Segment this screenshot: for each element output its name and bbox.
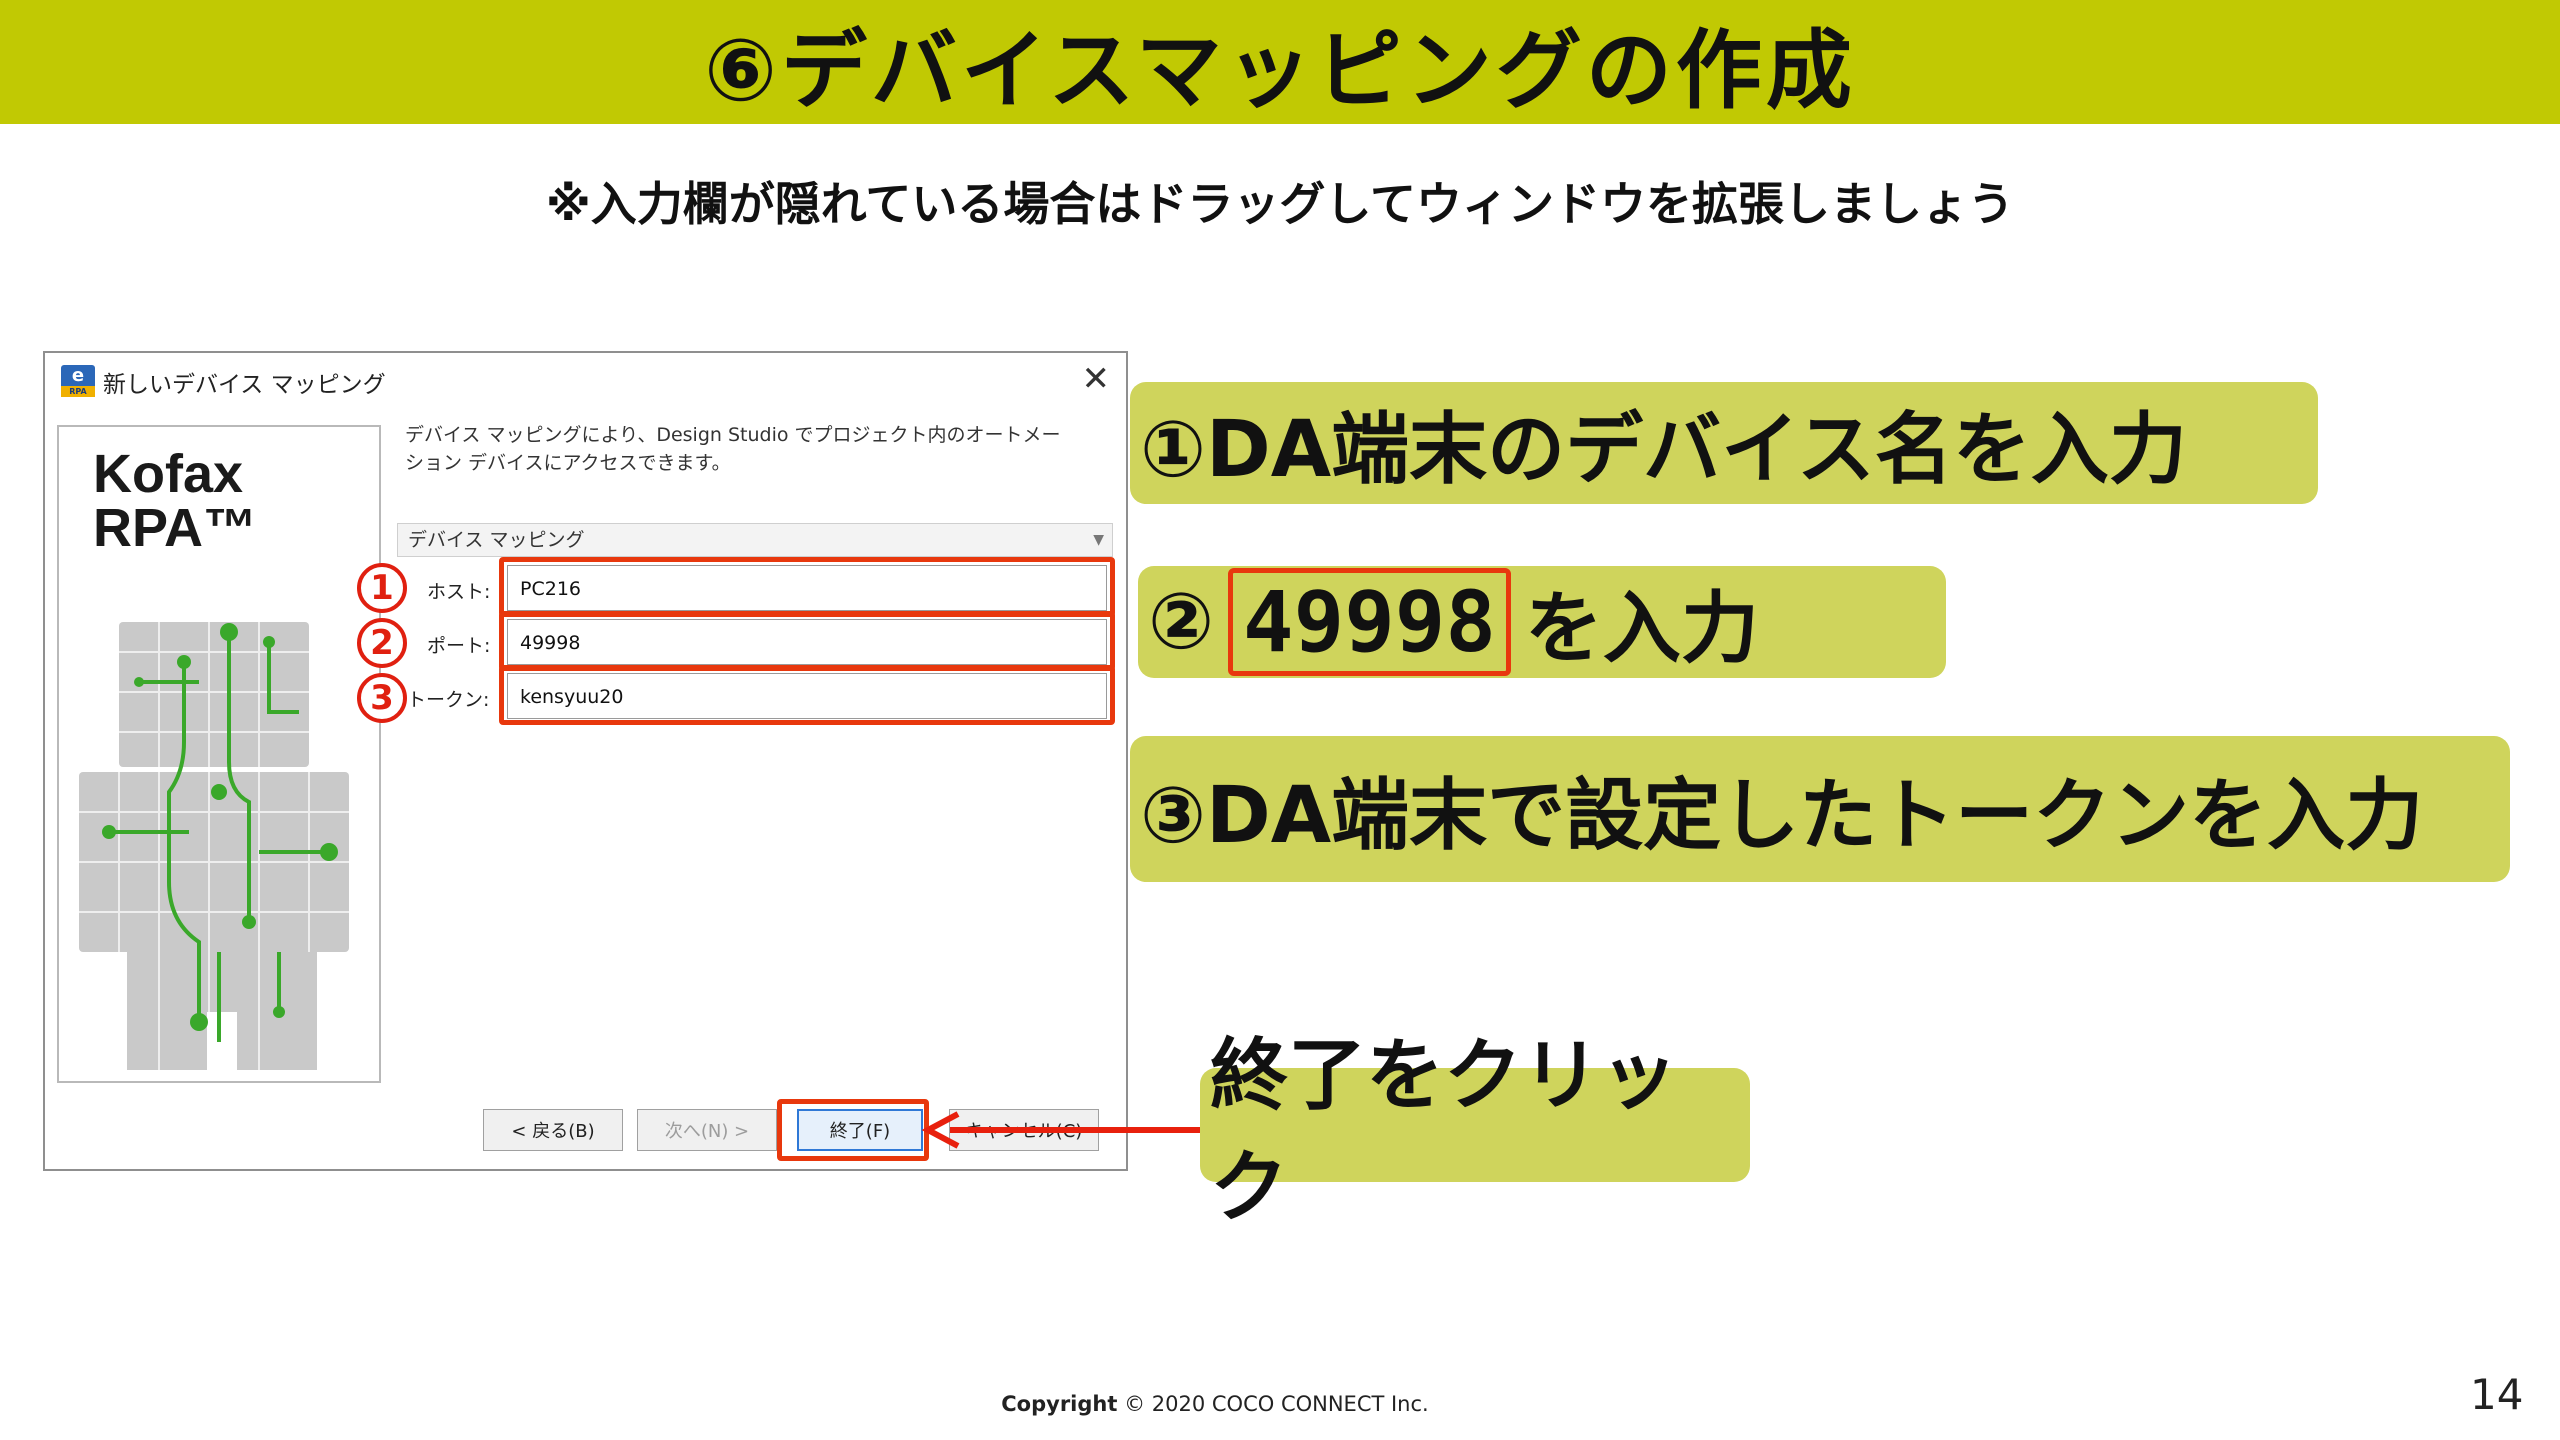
dialog-intro-text: デバイス マッピングにより、Design Studio でプロジェクト内のオート… bbox=[405, 421, 1105, 477]
marker-2: 2 bbox=[357, 618, 407, 668]
intro-line1: デバイス マッピングにより、Design Studio でプロジェクト内のオート… bbox=[405, 424, 1061, 446]
marker-3: 3 bbox=[357, 673, 407, 723]
intro-line2: ション デバイスにアクセスできます。 bbox=[405, 452, 731, 474]
token-label: トークン: bbox=[407, 689, 490, 711]
slide-subtitle: ※入力欄が隠れている場合はドラッグしてウィンドウを拡張しましょう bbox=[546, 177, 2014, 231]
slide-title: ⑥デバイスマッピングの作成 bbox=[704, 20, 1856, 121]
callout-port: ② 49998 を入力 bbox=[1138, 566, 1946, 678]
callout-port-prefix: ② bbox=[1148, 577, 1215, 667]
dialog-titlebar: e RPA 新しいデバイス マッピング ✕ bbox=[45, 353, 1126, 409]
page-number: 14 bbox=[2470, 1370, 2524, 1419]
brand-logo: Kofax RPA™ bbox=[93, 447, 257, 555]
brand-line1: Kofax bbox=[93, 444, 244, 504]
chevron-down-icon: ▼ bbox=[1093, 532, 1104, 548]
brand-line2: RPA™ bbox=[93, 498, 258, 558]
copyright-footer: Copyright © 2020 COCO CONNECT Inc. bbox=[0, 1392, 2430, 1416]
next-button[interactable]: 次へ(N) > bbox=[637, 1109, 777, 1151]
host-highlight bbox=[499, 557, 1115, 617]
brand-panel: Kofax RPA™ bbox=[57, 425, 381, 1083]
slide-title-bar: ⑥デバイスマッピングの作成 bbox=[0, 0, 2560, 124]
callout-port-suffix: を入力 bbox=[1524, 584, 1759, 674]
arrow-icon bbox=[921, 1111, 1202, 1149]
device-mapping-section-header[interactable]: デバイス マッピング ▼ bbox=[397, 523, 1113, 557]
close-icon[interactable]: ✕ bbox=[1082, 359, 1111, 399]
robot-illustration bbox=[79, 622, 349, 1070]
copyright-label: Copyright bbox=[1001, 1392, 1118, 1416]
app-icon-label: e bbox=[71, 365, 85, 386]
token-highlight bbox=[499, 665, 1115, 725]
back-button[interactable]: < 戻る(B) bbox=[483, 1109, 623, 1151]
app-icon: e RPA bbox=[61, 365, 95, 397]
dialog-title: 新しいデバイス マッピング bbox=[103, 372, 386, 398]
callout-finish: 終了をクリック bbox=[1200, 1031, 1750, 1233]
section-header-label: デバイス マッピング bbox=[408, 529, 585, 551]
copyright-text: © 2020 COCO CONNECT Inc. bbox=[1124, 1392, 1429, 1416]
callout-token: ③DA端末で設定したトークンを入力 bbox=[1130, 736, 2510, 882]
new-device-mapping-dialog: e RPA 新しいデバイス マッピング ✕ Kofax RPA™ デバイス マッ… bbox=[43, 351, 1128, 1171]
app-icon-sublabel: RPA bbox=[61, 386, 95, 397]
marker-1: 1 bbox=[357, 563, 407, 613]
callout-host: ①DA端末のデバイス名を入力 bbox=[1130, 382, 2318, 504]
host-label: ホスト: bbox=[427, 581, 491, 603]
port-label: ポート: bbox=[427, 635, 491, 657]
port-highlight bbox=[499, 611, 1115, 671]
callout-port-number: 49998 bbox=[1228, 568, 1511, 676]
finish-highlight bbox=[777, 1099, 929, 1161]
